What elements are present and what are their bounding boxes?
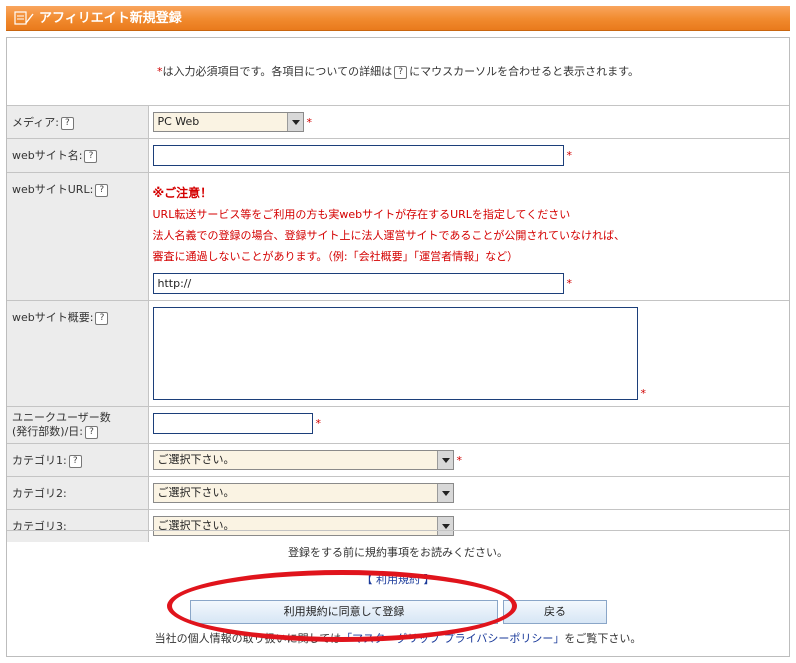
media-select[interactable]: PC Web bbox=[152, 112, 304, 132]
label-category2: カテゴリ2: bbox=[7, 476, 149, 510]
submit-area: 登録をする前に規約事項をお読みください。 【 利用規約 】 利用規約に同意して登… bbox=[7, 530, 789, 657]
required-star: * bbox=[306, 115, 313, 129]
chevron-down-icon bbox=[286, 113, 303, 131]
label-unique-users: ユニークユーザー数 (発行部数)/日:? bbox=[7, 406, 149, 444]
label-site-name: webサイト名:? bbox=[7, 138, 149, 173]
doc-edit-icon bbox=[14, 11, 34, 25]
required-star: * bbox=[456, 453, 463, 467]
row-site-name: webサイト名:? * bbox=[7, 138, 789, 173]
site-summary-textarea[interactable] bbox=[152, 307, 638, 400]
site-name-input[interactable] bbox=[152, 145, 564, 166]
page-title: アフィリエイト新規登録 bbox=[39, 11, 182, 26]
site-url-input[interactable]: http:// bbox=[152, 273, 564, 294]
label-category1: カテゴリ1:? bbox=[7, 443, 149, 477]
terms-link[interactable]: 【 利用規約 】 bbox=[7, 571, 789, 587]
help-icon[interactable]: ? bbox=[68, 454, 82, 468]
chevron-down-icon bbox=[436, 484, 453, 502]
page-header: アフィリエイト新規登録 bbox=[6, 6, 790, 31]
affiliate-form: *は入力必須項目です。各項目についての詳細は? にマウスカーソルを合わせると表示さ… bbox=[6, 37, 790, 657]
help-icon[interactable]: ? bbox=[84, 149, 98, 163]
help-icon[interactable]: ? bbox=[60, 116, 74, 130]
label-site-url: webサイトURL:? bbox=[7, 172, 149, 301]
caution-note: ※ご注意！ URL転送サービス等をご利用の方も実webサイトが存在するURLを指… bbox=[152, 186, 626, 263]
help-icon[interactable]: ? bbox=[95, 311, 109, 325]
privacy-text: 当社の個人情報の取り扱いに関しては「マスターグリップ プライバシーポリシー」をご… bbox=[154, 632, 642, 645]
help-icon[interactable]: ? bbox=[95, 183, 109, 197]
label-site-summary: webサイト概要:? bbox=[7, 300, 149, 407]
required-star: * bbox=[640, 387, 647, 400]
required-star: * bbox=[566, 149, 573, 162]
required-star: * bbox=[566, 277, 573, 290]
label-media: メディア:? bbox=[7, 105, 149, 139]
read-terms-text: 登録をする前に規約事項をお読みください。 bbox=[288, 546, 508, 559]
chevron-down-icon bbox=[436, 451, 453, 469]
agree-register-button[interactable]: 利用規約に同意して登録 bbox=[190, 600, 498, 624]
row-unique-users: ユニークユーザー数 (発行部数)/日:? * bbox=[7, 406, 789, 444]
back-button[interactable]: 戻る bbox=[503, 600, 607, 624]
row-media: メディア:? PC Web * bbox=[7, 105, 789, 139]
category1-select[interactable]: ご選択下さい。 bbox=[152, 450, 454, 470]
required-notice: *は入力必須項目です。各項目についての詳細は? にマウスカーソルを合わせると表示さ… bbox=[157, 65, 639, 79]
row-site-url: webサイトURL:? ※ご注意！ URL転送サービス等をご利用の方も実webサ… bbox=[7, 172, 789, 301]
row-category1: カテゴリ1:? ご選択下さい。 * bbox=[7, 443, 789, 477]
row-site-summary: webサイト概要:? * bbox=[7, 300, 789, 407]
required-star: * bbox=[315, 417, 322, 430]
unique-users-input[interactable] bbox=[152, 413, 313, 434]
help-icon: ? bbox=[394, 65, 408, 79]
form-table: メディア:? PC Web * webサイト名:? * webサイトURL:? … bbox=[7, 105, 789, 542]
category2-select[interactable]: ご選択下さい。 bbox=[152, 483, 454, 503]
help-icon[interactable]: ? bbox=[85, 425, 98, 439]
privacy-policy-link[interactable]: 「マスターグリップ プライバシーポリシー」 bbox=[341, 632, 564, 645]
row-category2: カテゴリ2: ご選択下さい。 bbox=[7, 476, 789, 510]
